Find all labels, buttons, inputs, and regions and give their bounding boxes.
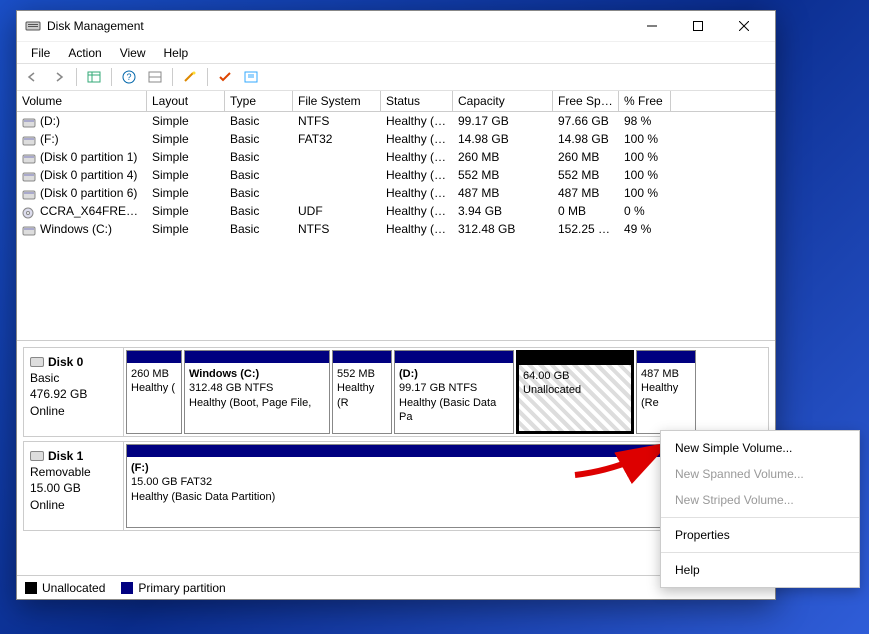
menu-new-spanned-volume: New Spanned Volume... (661, 461, 859, 487)
menu-new-striped-volume: New Striped Volume... (661, 487, 859, 513)
menu-view[interactable]: View (112, 43, 154, 63)
context-menu: New Simple Volume... New Spanned Volume.… (660, 430, 860, 588)
volume-row[interactable]: (D:)SimpleBasicNTFSHealthy (B...99.17 GB… (17, 112, 775, 130)
col-volume[interactable]: Volume (17, 91, 147, 111)
close-button[interactable] (721, 11, 767, 41)
drive-icon (22, 117, 36, 127)
column-headers: Volume Layout Type File System Status Ca… (17, 91, 775, 112)
maximize-button[interactable] (675, 11, 721, 41)
app-icon (25, 18, 41, 34)
volume-list[interactable]: Volume Layout Type File System Status Ca… (17, 91, 775, 341)
legend-primary: Primary partition (138, 581, 225, 595)
col-layout[interactable]: Layout (147, 91, 225, 111)
drive-icon (22, 153, 36, 163)
check-button[interactable] (213, 66, 237, 88)
disk-info[interactable]: Disk 0Basic476.92 GBOnline (24, 348, 124, 436)
volume-row[interactable]: Windows (C:)SimpleBasicNTFSHealthy (B...… (17, 220, 775, 238)
properties-button[interactable] (239, 66, 263, 88)
menu-properties[interactable]: Properties (661, 522, 859, 548)
partition[interactable]: Windows (C:)312.48 GB NTFSHealthy (Boot,… (184, 350, 330, 434)
menu-action[interactable]: Action (60, 43, 109, 63)
col-freespace[interactable]: Free Spa... (553, 91, 619, 111)
window-title: Disk Management (47, 19, 144, 33)
menu-new-simple-volume[interactable]: New Simple Volume... (661, 435, 859, 461)
col-pctfree[interactable]: % Free (619, 91, 671, 111)
disk-icon (30, 451, 44, 461)
drive-icon (22, 171, 36, 181)
wizard-button[interactable] (178, 66, 202, 88)
menu-help[interactable]: Help (156, 43, 197, 63)
volume-row[interactable]: CCRA_X64FRE_EN...SimpleBasicUDFHealthy (… (17, 202, 775, 220)
drive-icon (22, 225, 36, 235)
toolbar: ? (17, 63, 775, 91)
partition-unallocated[interactable]: 64.00 GBUnallocated (516, 350, 634, 434)
svg-text:?: ? (126, 72, 131, 82)
drive-icon (22, 207, 36, 217)
menu-file[interactable]: File (23, 43, 58, 63)
partition[interactable]: (F:)15.00 GB FAT32Healthy (Basic Data Pa… (126, 444, 696, 528)
col-filesystem[interactable]: File System (293, 91, 381, 111)
partition[interactable]: 487 MBHealthy (Re (636, 350, 696, 434)
menu-help[interactable]: Help (661, 557, 859, 583)
volume-row[interactable]: (Disk 0 partition 4)SimpleBasicHealthy (… (17, 166, 775, 184)
legend-unallocated: Unallocated (42, 581, 105, 595)
drive-icon (22, 189, 36, 199)
disk-info[interactable]: Disk 1Removable15.00 GBOnline (24, 442, 124, 530)
titlebar: Disk Management (17, 11, 775, 41)
help-button[interactable]: ? (117, 66, 141, 88)
col-type[interactable]: Type (225, 91, 293, 111)
partition[interactable]: 260 MBHealthy ( (126, 350, 182, 434)
disk-row: Disk 0Basic476.92 GBOnline260 MBHealthy … (23, 347, 769, 437)
drive-icon (22, 135, 36, 145)
col-capacity[interactable]: Capacity (453, 91, 553, 111)
nav-forward-button[interactable] (47, 66, 71, 88)
disk-row: Disk 1Removable15.00 GBOnline(F:)15.00 G… (23, 441, 769, 531)
partition[interactable]: 552 MBHealthy (R (332, 350, 392, 434)
menubar: File Action View Help (17, 41, 775, 63)
disk-icon (30, 357, 44, 367)
view-toggle-button[interactable] (143, 66, 167, 88)
nav-back-button[interactable] (21, 66, 45, 88)
volume-row[interactable]: (Disk 0 partition 6)SimpleBasicHealthy (… (17, 184, 775, 202)
volume-row[interactable]: (F:)SimpleBasicFAT32Healthy (B...14.98 G… (17, 130, 775, 148)
view-details-button[interactable] (82, 66, 106, 88)
col-status[interactable]: Status (381, 91, 453, 111)
partition[interactable]: (D:)99.17 GB NTFSHealthy (Basic Data Pa (394, 350, 514, 434)
volume-row[interactable]: (Disk 0 partition 1)SimpleBasicHealthy (… (17, 148, 775, 166)
minimize-button[interactable] (629, 11, 675, 41)
